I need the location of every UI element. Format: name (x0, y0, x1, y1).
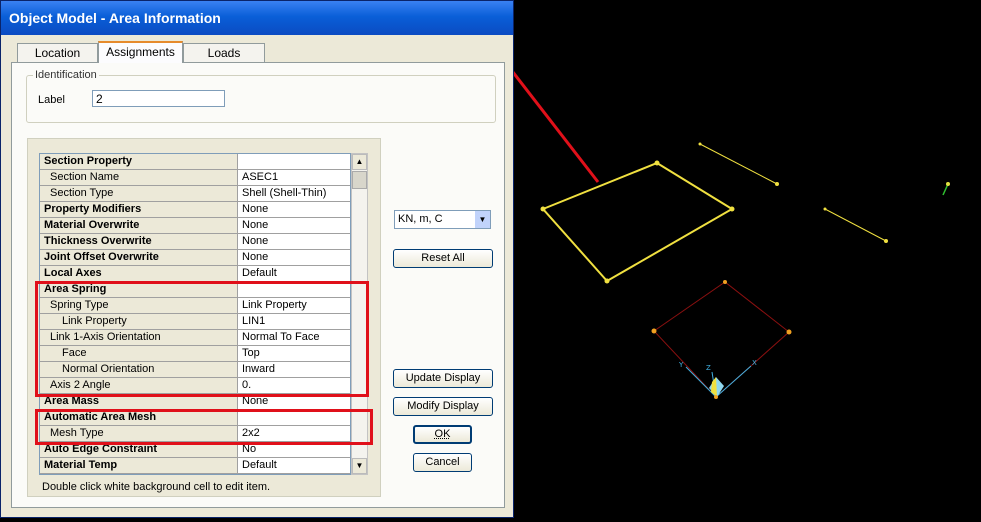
property-name: Property Modifiers (40, 202, 238, 217)
scroll-thumb[interactable] (352, 171, 367, 189)
area-object-darkred[interactable] (651, 280, 792, 398)
axis-label-y: Y (678, 361, 684, 369)
link-element-1[interactable] (698, 142, 780, 187)
property-value[interactable]: Shell (Shell-Thin) (239, 186, 350, 201)
property-name: Joint Offset Overwrite (40, 250, 238, 265)
highlight-area-spring (35, 281, 369, 397)
tab-assignments[interactable]: Assignments (98, 41, 183, 63)
property-name: Section Name (40, 170, 238, 185)
axis-label-z: Z (706, 364, 711, 372)
small-node-marker (942, 182, 950, 196)
update-display-button[interactable]: Update Display (393, 369, 493, 388)
cancel-button[interactable]: Cancel (413, 453, 472, 472)
units-dropdown[interactable]: KN, m, C ▼ (394, 210, 491, 229)
identification-group-title: Identification (33, 69, 99, 81)
property-row[interactable]: Material Overwrite None (40, 218, 350, 234)
property-value[interactable]: None (239, 202, 350, 217)
property-row[interactable]: Section Type Shell (Shell-Thin) (40, 186, 350, 202)
property-row[interactable]: Section Property (40, 154, 350, 170)
area-object-yellow[interactable] (540, 160, 735, 284)
tab-loads[interactable]: Loads (183, 43, 265, 62)
label-caption: Label (38, 94, 65, 106)
reset-all-button[interactable]: Reset All (393, 249, 493, 268)
property-row[interactable]: Property Modifiers None (40, 202, 350, 218)
units-selected: KN, m, C (398, 213, 443, 225)
property-value[interactable]: None (239, 250, 350, 265)
modify-display-button[interactable]: Modify Display (393, 397, 493, 416)
scroll-up-icon[interactable]: ▲ (352, 154, 367, 170)
property-name: Material Temp (40, 458, 238, 473)
ok-button[interactable]: OK (413, 425, 472, 444)
property-name: Thickness Overwrite (40, 234, 238, 249)
label-input[interactable] (92, 90, 225, 107)
property-value[interactable]: Default (239, 266, 350, 281)
property-row[interactable]: Material Temp Default (40, 458, 350, 474)
property-value[interactable]: Default (239, 458, 350, 473)
property-value[interactable]: ASEC1 (239, 170, 350, 185)
property-value[interactable] (239, 154, 350, 169)
property-name: Local Axes (40, 266, 238, 281)
tab-location[interactable]: Location (17, 43, 98, 62)
property-row[interactable]: Joint Offset Overwrite None (40, 250, 350, 266)
property-name: Section Property (40, 154, 238, 169)
property-row[interactable]: Section Name ASEC1 (40, 170, 350, 186)
property-name: Section Type (40, 186, 238, 201)
window-title: Object Model - Area Information (9, 10, 221, 26)
ok-label: OK (434, 428, 451, 440)
property-name: Material Overwrite (40, 218, 238, 233)
property-row[interactable]: Local Axes Default (40, 266, 350, 282)
axis-label-x: X (752, 359, 757, 367)
area-information-dialog: Object Model - Area Information Location… (0, 0, 514, 518)
title-bar[interactable]: Object Model - Area Information (1, 1, 513, 35)
property-row[interactable]: Thickness Overwrite None (40, 234, 350, 250)
link-element-2[interactable] (823, 207, 889, 244)
property-value[interactable]: None (239, 234, 350, 249)
edit-hint: Double click white background cell to ed… (42, 481, 271, 493)
local-axes-icon: Y Z X (678, 359, 757, 399)
property-value[interactable]: None (239, 218, 350, 233)
scroll-down-icon[interactable]: ▼ (352, 458, 367, 474)
highlight-automatic-area-mesh (35, 409, 373, 445)
dropdown-arrow-icon[interactable]: ▼ (475, 211, 490, 228)
